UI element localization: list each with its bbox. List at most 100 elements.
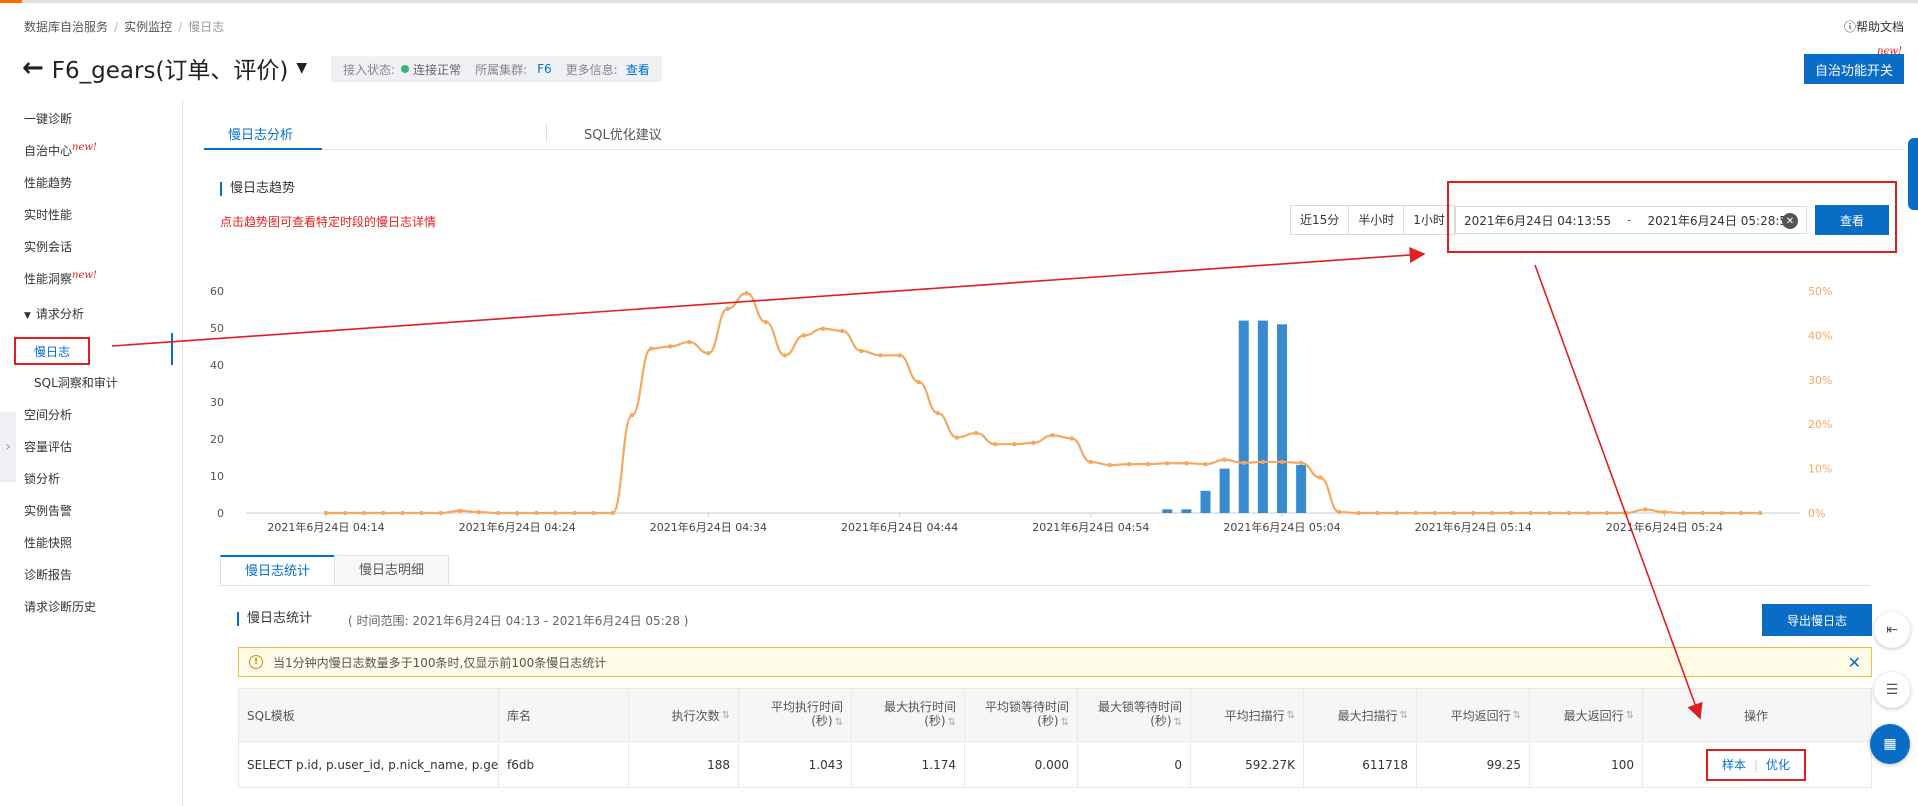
back-arrow-icon[interactable]: ← <box>22 53 44 83</box>
chart-line-point <box>476 509 482 515</box>
col-max-scan-rows[interactable]: 最大扫描行 ⇅ <box>1304 689 1417 741</box>
cell-operations: 样本 | 优化 <box>1643 742 1869 787</box>
sort-icon[interactable]: ⇅ <box>835 717 843 728</box>
chart-line-point <box>1471 510 1476 516</box>
chart-line-point <box>1031 440 1036 446</box>
col-avg-lock-time[interactable]: 平均锁等待时间 (秒) ⇅ <box>965 689 1078 741</box>
col-avg-scan-rows[interactable]: 平均扫描行 ⇅ <box>1191 689 1304 741</box>
sidebar-item-diagnose[interactable]: 一键诊断 <box>24 110 72 127</box>
sort-icon[interactable]: ⇅ <box>1513 710 1521 721</box>
range-half-hour-button[interactable]: 半小时 <box>1349 206 1405 234</box>
autonomy-switch-button[interactable]: 自治功能开关 new! <box>1804 46 1904 84</box>
sort-icon[interactable]: ⇅ <box>948 717 956 728</box>
col-exec-count[interactable]: 执行次数 ⇅ <box>629 689 739 741</box>
col-max-lock-time[interactable]: 最大锁等待时间 (秒) ⇅ <box>1078 689 1191 741</box>
sample-link[interactable]: 样本 <box>1722 756 1746 773</box>
sidebar-item-lock-analysis[interactable]: 锁分析 <box>24 470 60 487</box>
sidebar-item-instance-sessions[interactable]: 实例会话 <box>24 238 72 255</box>
help-doc-link[interactable]: ⓘ帮助文档 <box>1844 18 1904 35</box>
sort-icon[interactable]: ⇅ <box>1400 710 1408 721</box>
chevron-down-icon[interactable]: ▼ <box>296 60 307 76</box>
stats-section-title: 慢日志统计 <box>237 612 312 626</box>
range-15min-button[interactable]: 近15分 <box>1291 206 1350 234</box>
chart-line-point <box>667 344 673 349</box>
col-avg-exec-time[interactable]: 平均执行时间 (秒) ⇅ <box>739 689 852 741</box>
sidebar-item-diagnose-history[interactable]: 请求诊断历史 <box>24 598 96 615</box>
sidebar-item-autonomy-center[interactable]: 自治中心new! <box>24 142 97 159</box>
chart-line-point <box>744 291 749 296</box>
sidebar-item-instance-alerts[interactable]: 实例告警 <box>24 502 72 519</box>
chart-line-point <box>1375 510 1380 516</box>
chart-line-point <box>935 410 941 416</box>
collapse-panel-icon[interactable]: ⇤ <box>1874 612 1910 648</box>
sidebar-item-slow-log[interactable]: 慢日志 <box>14 337 90 365</box>
sort-icon[interactable]: ⇅ <box>1061 717 1069 728</box>
chart-bar <box>1238 320 1249 513</box>
sidebar-item-capacity-assessment[interactable]: 容量评估 <box>24 438 72 455</box>
sort-icon[interactable]: ⇅ <box>1287 710 1295 721</box>
y-left-tick-label: 20 <box>210 433 224 446</box>
apps-grid-icon[interactable]: ▦ <box>1870 724 1910 764</box>
range-end-value[interactable]: 2021年6月24日 05:28:55 <box>1648 212 1795 229</box>
chart-line-point <box>1700 510 1705 516</box>
sidebar-item-performance-trend[interactable]: 性能趋势 <box>24 174 72 191</box>
range-start-value[interactable]: 2021年6月24日 04:13:55 <box>1464 212 1611 229</box>
sidebar-item-sql-insight-audit[interactable]: SQL洞察和审计 <box>34 374 118 391</box>
help-icon: ⓘ <box>1843 20 1856 34</box>
chevron-right-icon: › <box>5 439 11 455</box>
x-tick-label: 2021年6月24日 04:44 <box>841 520 958 534</box>
sort-icon[interactable]: ⇅ <box>722 710 730 721</box>
y-right-tick-label: 10% <box>1808 463 1832 476</box>
slow-log-stats-table: SQL模板 库名 执行次数 ⇅ 平均执行时间 (秒) ⇅ 最大执行时间 (秒) ⇅ 平均锁… <box>238 688 1872 788</box>
chart-line-point <box>1509 510 1514 516</box>
tab-slow-log-stats[interactable]: 慢日志统计 <box>220 555 336 586</box>
chart-bar <box>1277 324 1287 513</box>
x-tick-label: 2021年6月24日 05:24 <box>1606 520 1723 534</box>
info-icon: ! <box>249 655 263 669</box>
optimize-link[interactable]: 优化 <box>1766 756 1790 773</box>
chart-bar <box>1257 320 1268 513</box>
sidebar-group-request-analysis[interactable]: ▼ 请求分析 <box>24 305 84 322</box>
chart-line-point <box>706 350 711 356</box>
cell-avg-exec-time: 1.043 <box>739 742 852 787</box>
col-max-exec-time[interactable]: 最大执行时间 (秒) ⇅ <box>852 689 965 741</box>
tab-slow-log-analysis[interactable]: 慢日志分析 <box>228 124 293 143</box>
page-title: ← F6_gears(订单、评价) ▼ <box>22 52 307 84</box>
clear-icon[interactable]: ✕ <box>1782 213 1798 229</box>
sort-icon[interactable]: ⇅ <box>1174 717 1182 728</box>
sidebar-item-performance-insight[interactable]: 性能洞察new! <box>24 270 97 287</box>
cell-avg-scan-rows: 592.27K <box>1191 742 1304 787</box>
breadcrumb-item[interactable]: 实例监控 <box>124 20 172 34</box>
y-left-tick-label: 0 <box>217 507 224 520</box>
sidebar-item-diagnostic-report[interactable]: 诊断报告 <box>24 566 72 583</box>
date-range-picker[interactable]: 2021年6月24日 04:13:55 - 2021年6月24日 05:28:5… <box>1455 206 1807 234</box>
sidebar-item-space-analysis[interactable]: 空间分析 <box>24 406 72 423</box>
chart-line-point <box>840 328 845 334</box>
stats-tabs: 慢日志统计 慢日志明细 <box>220 555 450 586</box>
col-avg-return-rows[interactable]: 平均返回行 ⇅ <box>1417 689 1530 741</box>
chart-line-point <box>1490 510 1495 516</box>
sidebar-collapse-toggle[interactable]: › <box>0 412 16 482</box>
tab-sql-optimization[interactable]: SQL优化建议 <box>584 124 662 143</box>
col-max-return-rows[interactable]: 最大返回行 ⇅ <box>1530 689 1643 741</box>
side-drawer-tab[interactable] <box>1908 138 1918 210</box>
slow-log-trend-chart[interactable]: 0 10 20 30 40 50 60 0% 10% 20% 30% 40% 50% 2021年6月24日… <box>200 262 1890 540</box>
breadcrumb-item[interactable]: 数据库自治服务 <box>24 20 108 34</box>
chart-line-point <box>1528 510 1533 516</box>
chart-line-point <box>1585 510 1591 516</box>
chart-line-point <box>1222 457 1227 462</box>
chart-line-point <box>342 510 348 516</box>
close-icon[interactable]: ✕ <box>1848 653 1861 672</box>
chart-line-point <box>1203 461 1208 467</box>
chart-bar <box>1296 464 1307 513</box>
sidebar-item-realtime-performance[interactable]: 实时性能 <box>24 206 72 223</box>
more-info-link[interactable]: 查看 <box>626 61 650 78</box>
chat-icon[interactable]: ☰ <box>1874 672 1910 708</box>
export-slow-log-button[interactable]: 导出慢日志 <box>1762 604 1872 636</box>
cell-max-scan-rows: 611718 <box>1304 742 1417 787</box>
sort-icon[interactable]: ⇅ <box>1626 710 1634 721</box>
sidebar-item-performance-snapshot[interactable]: 性能快照 <box>24 534 72 551</box>
cluster-value[interactable]: F6 <box>537 62 552 76</box>
query-button[interactable]: 查看 <box>1815 205 1889 235</box>
tab-slow-log-details[interactable]: 慢日志明细 <box>334 555 450 586</box>
